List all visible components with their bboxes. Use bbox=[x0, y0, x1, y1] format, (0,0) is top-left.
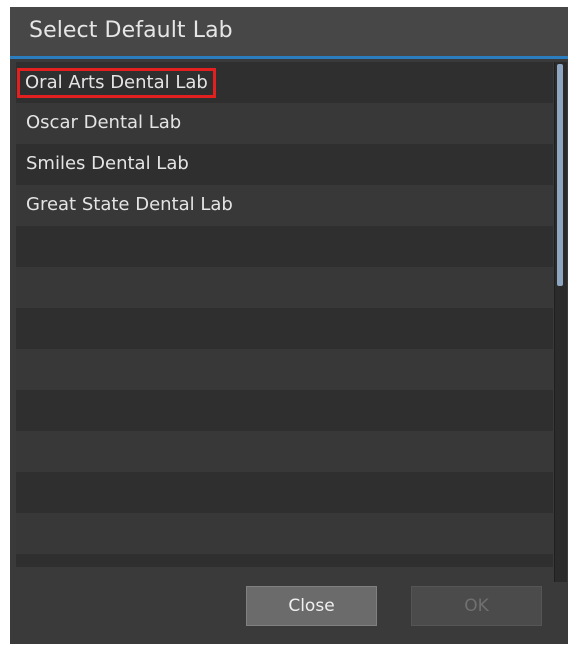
empty-list-row bbox=[16, 431, 553, 472]
dialog-titlebar: Select Default Lab bbox=[10, 7, 568, 59]
dialog-title: Select Default Lab bbox=[29, 18, 233, 43]
list-item[interactable]: Oscar Dental Lab bbox=[16, 103, 553, 144]
empty-list-row bbox=[16, 513, 553, 554]
lab-name[interactable]: Oscar Dental Lab bbox=[20, 111, 187, 134]
ok-button[interactable]: OK bbox=[411, 586, 542, 626]
scrollbar-thumb[interactable] bbox=[557, 64, 563, 286]
empty-list-row bbox=[16, 226, 553, 267]
list-item[interactable]: Smiles Dental Lab bbox=[16, 144, 553, 185]
empty-list-row bbox=[16, 308, 553, 349]
empty-list-row bbox=[16, 554, 553, 567]
lab-name[interactable]: Great State Dental Lab bbox=[20, 193, 239, 216]
lab-list[interactable]: Oral Arts Dental Lab Oscar Dental Lab Sm… bbox=[16, 62, 553, 567]
lab-name[interactable]: Smiles Dental Lab bbox=[20, 152, 195, 175]
empty-list-row bbox=[16, 349, 553, 390]
list-item[interactable]: Oral Arts Dental Lab bbox=[16, 62, 553, 103]
list-item[interactable]: Great State Dental Lab bbox=[16, 185, 553, 226]
select-default-lab-dialog: Select Default Lab Oral Arts Dental Lab … bbox=[10, 7, 568, 644]
empty-list-row bbox=[16, 267, 553, 308]
close-button[interactable]: Close bbox=[246, 586, 377, 626]
lab-name-selected[interactable]: Oral Arts Dental Lab bbox=[17, 68, 216, 98]
empty-list-row bbox=[16, 390, 553, 431]
empty-list-row bbox=[16, 472, 553, 513]
scrollbar[interactable] bbox=[554, 62, 567, 582]
